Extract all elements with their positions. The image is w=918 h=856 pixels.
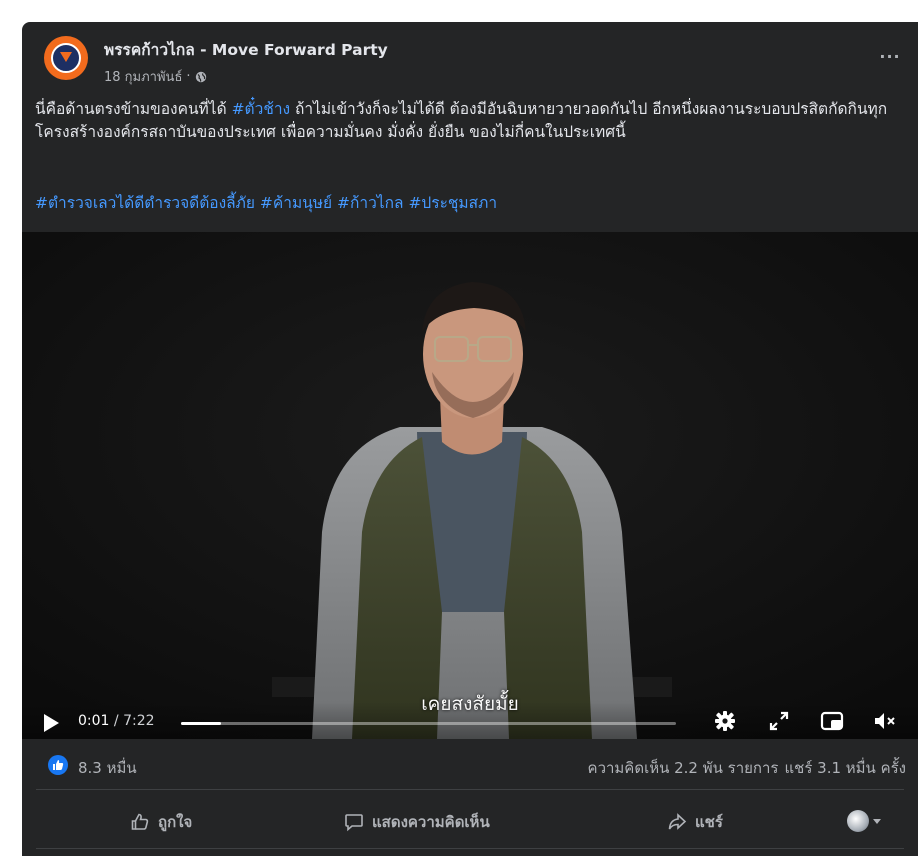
thumbs-up-icon bbox=[53, 760, 64, 770]
share-arrow-icon bbox=[668, 813, 687, 830]
post-meta: 18 กุมภาพันธ์ · bbox=[104, 66, 207, 87]
post-body: นี่คือด้านตรงข้ามของคนที่ได้ #ตั๋วช้าง ถ… bbox=[35, 98, 910, 144]
progress-fill bbox=[181, 722, 221, 725]
hashtag-link[interactable]: #ประชุมสภา bbox=[408, 194, 497, 212]
expand-icon[interactable] bbox=[768, 710, 790, 732]
video-player[interactable]: เคยสงสัยมั้ย 0:01 / 7:22 bbox=[22, 232, 918, 739]
post-card: พรรคก้าวไกล - Move Forward Party 18 กุมภ… bbox=[22, 22, 918, 856]
actions-divider-bottom bbox=[36, 848, 904, 849]
meta-separator: · bbox=[186, 69, 191, 84]
like-count[interactable]: 8.3 หมื่น bbox=[78, 756, 137, 780]
speech-bubble-icon bbox=[345, 814, 363, 832]
video-controls: 0:01 / 7:22 bbox=[22, 702, 918, 739]
current-time: 0:01 bbox=[78, 713, 110, 729]
reaction-stats: 8.3 หมื่น ความคิดเห็น 2.2 พัน รายการ แชร… bbox=[22, 739, 918, 789]
page-avatar[interactable] bbox=[44, 36, 88, 80]
video-frame bbox=[22, 232, 918, 739]
hashtag-list: #ตำรวจเลวได้ดีตำรวจดีต้องลี้ภัย #ค้ามนุษ… bbox=[35, 192, 910, 215]
video-time: 0:01 / 7:22 bbox=[78, 713, 155, 729]
page-name[interactable]: พรรคก้าวไกล - Move Forward Party bbox=[104, 37, 388, 62]
thumbs-up-icon bbox=[131, 813, 149, 830]
total-time: / 7:22 bbox=[113, 713, 155, 729]
page-logo bbox=[51, 43, 81, 73]
volume-muted-icon[interactable] bbox=[872, 710, 898, 732]
hashtag-link[interactable]: #ค้ามนุษย์ bbox=[260, 194, 332, 212]
post-header: พรรคก้าวไกล - Move Forward Party 18 กุมภ… bbox=[22, 22, 918, 90]
like-reaction-badge[interactable] bbox=[48, 755, 68, 775]
like-button[interactable]: ถูกใจ bbox=[130, 806, 192, 838]
gear-icon[interactable] bbox=[714, 710, 736, 732]
hashtag-link[interactable]: #ก้าวไกล bbox=[337, 194, 403, 212]
progress-bar[interactable] bbox=[181, 722, 676, 725]
picture-in-picture-icon[interactable] bbox=[820, 710, 844, 732]
play-icon[interactable] bbox=[42, 713, 60, 733]
share-label: แชร์ bbox=[695, 813, 723, 831]
hashtag-link[interactable]: #ตำรวจเลวได้ดีตำรวจดีต้องลี้ภัย bbox=[35, 194, 255, 212]
chevron-down-icon bbox=[873, 818, 881, 824]
post-date[interactable]: 18 กุมภาพันธ์ bbox=[104, 66, 182, 87]
comment-count[interactable]: ความคิดเห็น 2.2 พัน รายการ bbox=[588, 756, 779, 780]
more-options-button[interactable]: ··· bbox=[874, 49, 906, 70]
share-button[interactable]: แชร์ bbox=[667, 806, 723, 838]
post-text-start: นี่คือด้านตรงข้ามของคนที่ได้ bbox=[35, 100, 232, 118]
like-label: ถูกใจ bbox=[158, 813, 193, 831]
action-bar: ถูกใจ แสดงความคิดเห็น แชร์ bbox=[22, 796, 918, 848]
user-avatar bbox=[847, 810, 869, 832]
audience-selector[interactable] bbox=[847, 810, 881, 832]
comment-button[interactable]: แสดงความคิดเห็น bbox=[344, 806, 490, 838]
globe-icon bbox=[195, 71, 206, 82]
actions-divider-top bbox=[36, 789, 904, 790]
comment-label: แสดงความคิดเห็น bbox=[372, 813, 490, 831]
inline-hashtag[interactable]: #ตั๋วช้าง bbox=[232, 100, 291, 118]
engagement-counts: ความคิดเห็น 2.2 พัน รายการ แชร์ 3.1 หมื่… bbox=[588, 756, 906, 780]
share-count[interactable]: แชร์ 3.1 หมื่น ครั้ง bbox=[784, 756, 906, 780]
